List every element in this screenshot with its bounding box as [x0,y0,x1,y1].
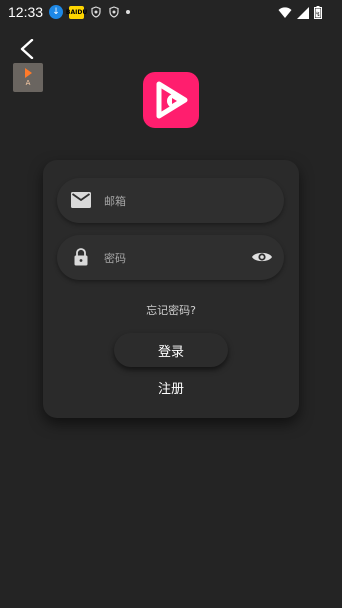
battery-icon: ↯ [314,4,322,23]
signal-icon [297,4,309,23]
chevron-left-icon [20,39,34,59]
email-field[interactable]: 邮箱 [57,178,284,223]
password-field[interactable]: 密码 [57,235,284,280]
status-time: 12:33 [8,4,44,20]
status-bar: 12:33 ↓ BAIDU ↯ [0,0,342,24]
video-play-logo-icon [156,81,188,119]
shield-icon [108,6,120,18]
password-placeholder: 密码 [104,252,126,265]
login-button[interactable]: 登录 [114,333,228,367]
forgot-password-link[interactable]: 忘记密码? [43,302,299,318]
floating-badge[interactable]: A [13,63,43,92]
mail-icon [71,190,91,210]
wifi-icon [278,4,292,23]
yellow-app-icon: BAIDU [66,5,87,19]
shield-icon [90,6,102,18]
svg-text:↯: ↯ [315,11,320,18]
download-icon: ↓ [49,5,64,19]
app-logo [143,72,199,128]
register-link[interactable]: 注册 [43,378,299,397]
dot-icon [126,10,131,14]
badge-letter: A [25,79,31,87]
back-button[interactable] [14,36,40,62]
eye-icon[interactable] [250,245,274,269]
lock-icon [71,247,91,267]
status-right: ↯ [278,4,322,23]
play-icon [24,68,32,78]
email-placeholder: 邮箱 [104,195,126,208]
login-card: 邮箱 密码 忘记密码? 登录 注册 [43,160,299,418]
